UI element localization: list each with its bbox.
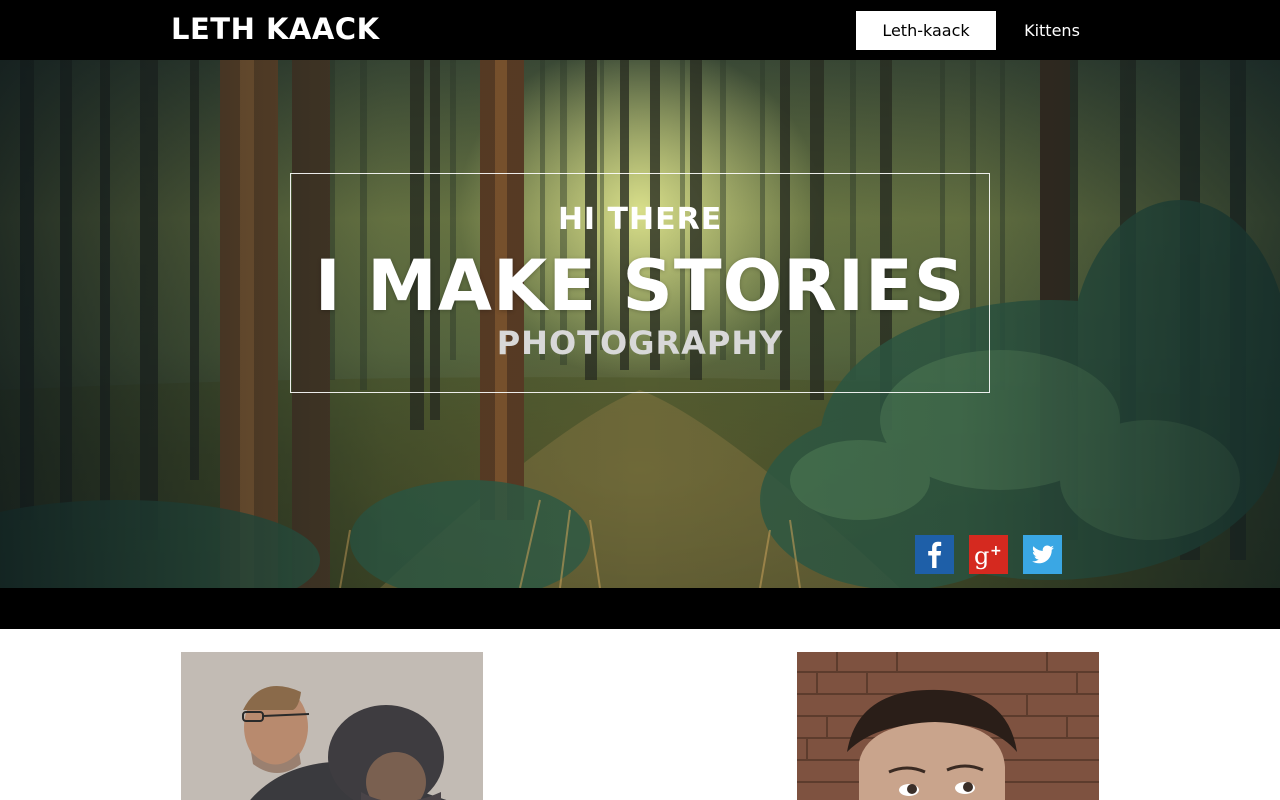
man-portrait-brick-wall-photo — [797, 652, 1099, 800]
google-plus-icon[interactable]: g + — [969, 535, 1008, 574]
hero-subtitle: PHOTOGRAPHY — [496, 324, 784, 362]
nav-item-leth-kaack[interactable]: Leth-kaack — [856, 11, 996, 50]
svg-text:+: + — [990, 543, 1002, 559]
nav-item-kittens[interactable]: Kittens — [1008, 11, 1096, 50]
hero-headline-frame: HI THERE I MAKE STORIES PHOTOGRAPHY — [290, 173, 990, 393]
section-divider-band — [0, 588, 1280, 629]
hero-title: I MAKE STORIES — [314, 245, 966, 327]
hero-banner: HI THERE I MAKE STORIES PHOTOGRAPHY g + — [0, 60, 1280, 588]
site-brand-link[interactable]: LETH KAACK — [171, 11, 380, 47]
twitter-icon[interactable] — [1023, 535, 1062, 574]
gallery-photo-man-portrait[interactable] — [797, 652, 1099, 800]
man-embracing-child-photo — [181, 652, 483, 800]
hero-kicker: HI THERE — [557, 202, 723, 237]
svg-text:g: g — [974, 542, 989, 570]
facebook-icon[interactable] — [915, 535, 954, 574]
gallery-photo-man-embracing-child[interactable] — [181, 652, 483, 800]
top-navbar: LETH KAACK Leth-kaack Kittens — [0, 0, 1280, 60]
gallery-section — [0, 629, 1280, 800]
